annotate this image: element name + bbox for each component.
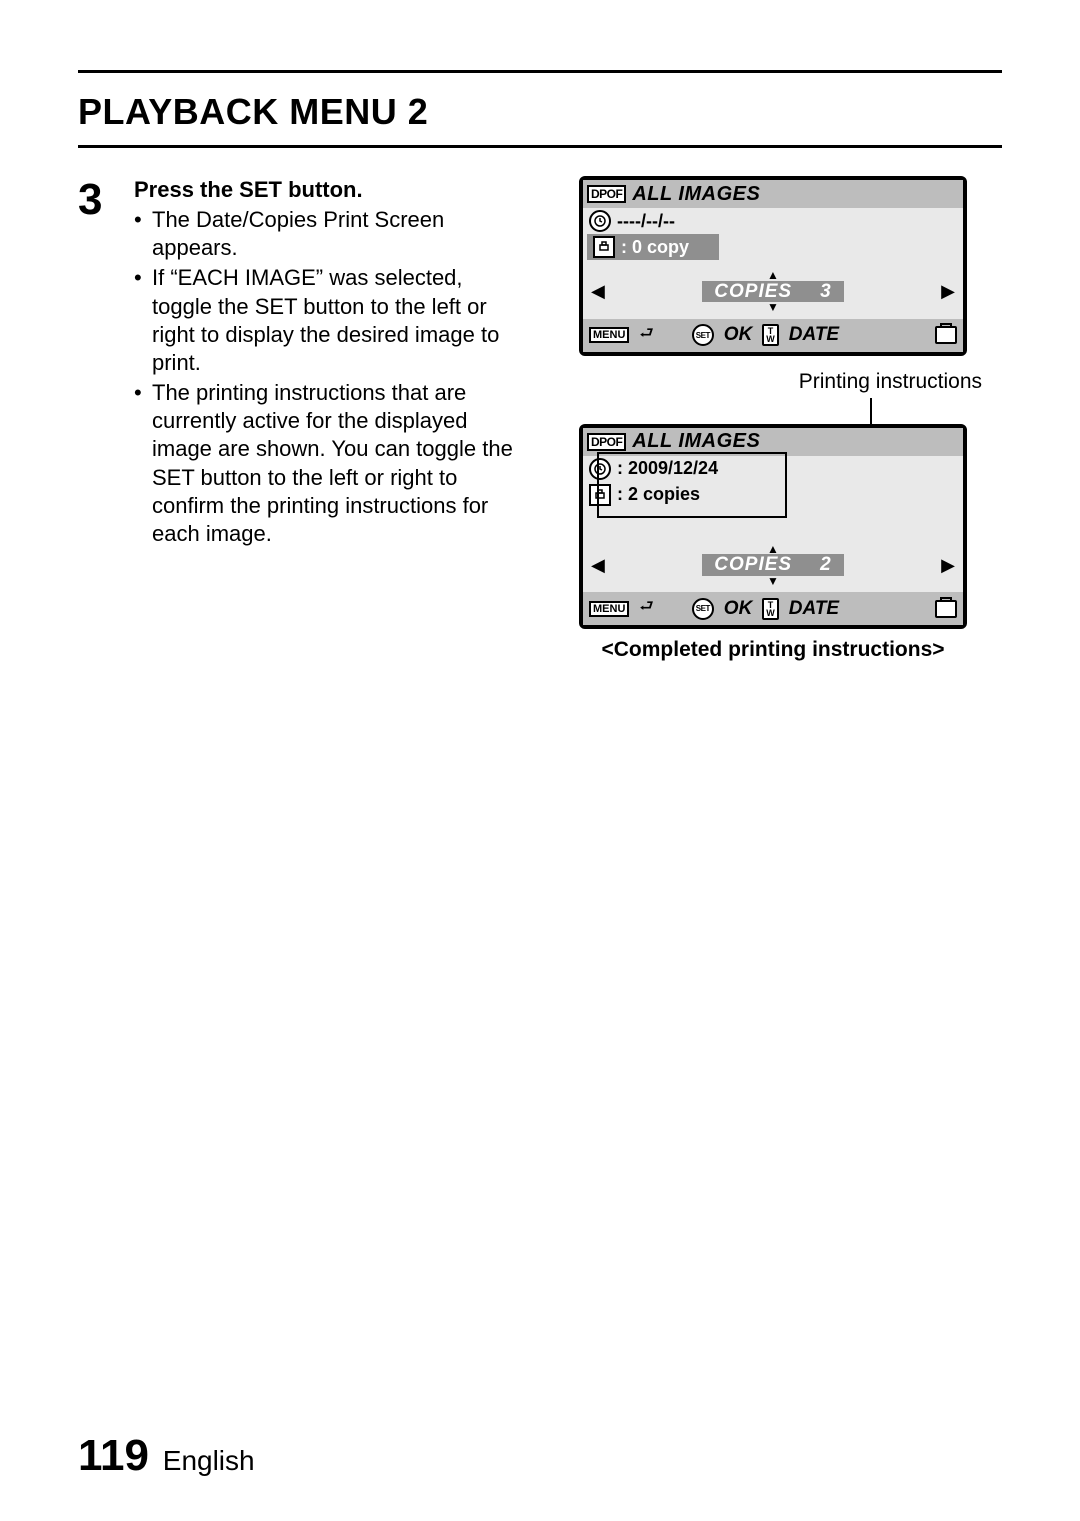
date-line: ----/--/--	[583, 208, 963, 234]
copies-info-line: : 0 copy	[587, 234, 719, 260]
dpof-badge: DPOF	[587, 433, 626, 451]
set-icon[interactable]: SET	[692, 598, 714, 620]
text-column: Press the SET button. The Date/Copies Pr…	[134, 176, 524, 663]
copies-selector: ◀ ▲ COPIES 2 ▼ ▶	[583, 534, 963, 593]
step-number: 3	[78, 176, 134, 663]
arrow-left-icon[interactable]: ◀	[591, 555, 605, 576]
return-icon[interactable]: ⮐	[639, 322, 653, 349]
date-value: ----/--/--	[617, 211, 675, 232]
menu-badge[interactable]: MENU	[589, 601, 629, 617]
ok-label: OK	[724, 324, 753, 346]
figure-column: DPOF ALL IMAGES ----/--/--	[544, 176, 1002, 663]
date-button-label: DATE	[789, 598, 839, 620]
ok-label: OK	[724, 598, 753, 620]
copies-label: COPIES	[714, 283, 792, 300]
arrow-right-icon[interactable]: ▶	[941, 555, 955, 576]
set-icon[interactable]: SET	[692, 324, 714, 346]
step-row: 3 Press the SET button. The Date/Copies …	[78, 176, 1002, 663]
copies-info-value: : 0 copy	[621, 237, 689, 258]
dpof-header-text: ALL IMAGES	[632, 183, 760, 206]
arrow-down-icon[interactable]: ▼	[767, 576, 779, 587]
arrow-left-icon[interactable]: ◀	[591, 281, 605, 302]
menu-badge[interactable]: MENU	[589, 327, 629, 343]
lcd-screen-1: DPOF ALL IMAGES ----/--/--	[579, 176, 967, 356]
step-heading: Press the SET button.	[134, 176, 524, 204]
copies-value: 2	[820, 556, 832, 573]
bottom-bar: MENU ⮐ SET OK TW DATE	[583, 592, 963, 625]
printer-icon	[593, 236, 615, 258]
bullet-list: The Date/Copies Print Screen appears. If…	[134, 206, 524, 548]
page-title: PLAYBACK MENU 2	[78, 73, 1002, 148]
zoom-badge[interactable]: TW	[762, 324, 779, 346]
copies-value: 3	[820, 283, 832, 300]
dpof-header-bar: DPOF ALL IMAGES	[583, 180, 963, 208]
callout-label: Printing instructions	[799, 370, 1002, 394]
dpof-badge: DPOF	[587, 185, 626, 203]
bullet-item: If “EACH IMAGE” was selected, toggle the…	[134, 264, 524, 377]
trash-icon[interactable]	[935, 326, 957, 344]
zoom-badge[interactable]: TW	[762, 598, 779, 620]
callout-box	[597, 452, 787, 518]
bullet-item: The printing instructions that are curre…	[134, 379, 524, 548]
page-number: 119	[78, 1431, 149, 1480]
arrow-down-icon[interactable]: ▼	[767, 302, 779, 313]
date-button-label: DATE	[789, 324, 839, 346]
bullet-item: The Date/Copies Print Screen appears.	[134, 206, 524, 262]
arrow-right-icon[interactable]: ▶	[941, 281, 955, 302]
clock-icon	[589, 210, 611, 232]
page-language: English	[163, 1445, 255, 1476]
copies-selector: ◀ ▲ COPIES 3 ▼ ▶	[583, 260, 963, 319]
arrow-up-icon[interactable]: ▲	[767, 270, 779, 281]
trash-icon[interactable]	[935, 600, 957, 618]
return-icon[interactable]: ⮐	[639, 595, 653, 622]
copies-label: COPIES	[714, 556, 792, 573]
bottom-bar: MENU ⮐ SET OK TW DATE	[583, 319, 963, 352]
completed-caption: <Completed printing instructions>	[601, 637, 944, 662]
dpof-header-text: ALL IMAGES	[632, 430, 760, 453]
page-footer: 119 English	[78, 1431, 255, 1481]
arrow-up-icon[interactable]: ▲	[767, 544, 779, 555]
callout-line	[870, 398, 872, 426]
